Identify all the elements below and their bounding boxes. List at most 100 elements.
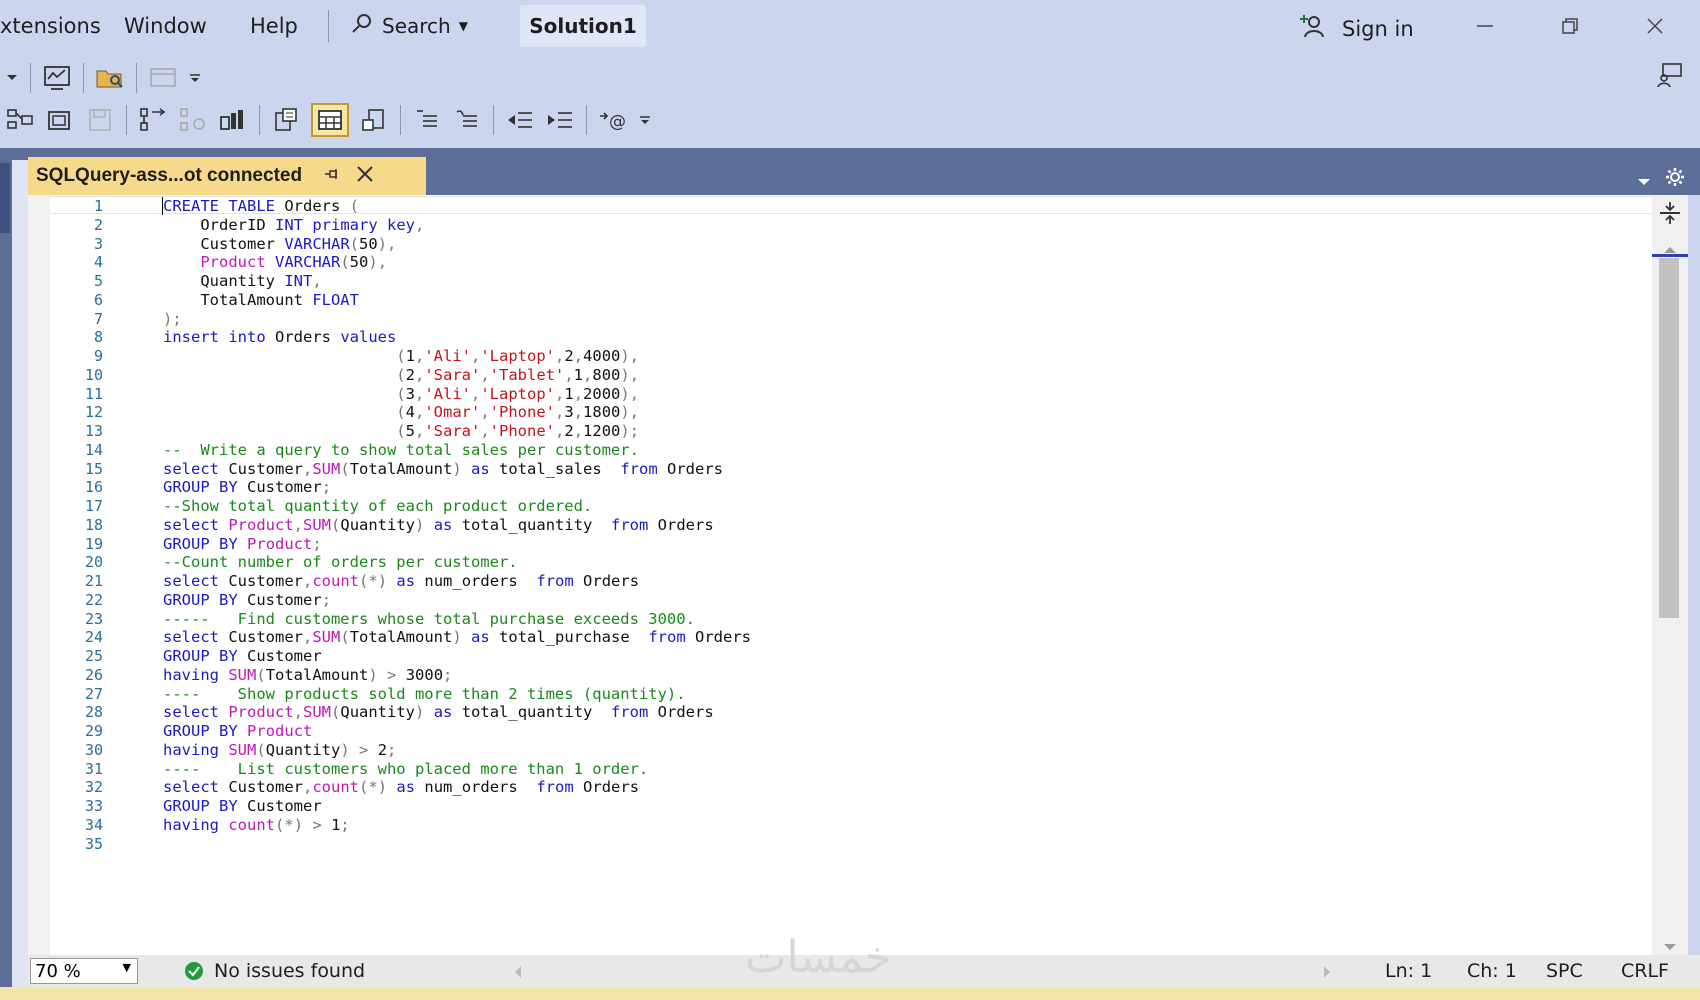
line-number: 17 bbox=[84, 497, 103, 515]
code-line[interactable]: GROUP BY Product bbox=[163, 722, 312, 741]
code-line[interactable]: GROUP BY Product; bbox=[163, 535, 322, 554]
close-icon[interactable] bbox=[356, 165, 374, 187]
code-line[interactable]: -- Write a query to show total sales per… bbox=[163, 441, 639, 460]
code-line[interactable]: GROUP BY Customer; bbox=[163, 591, 331, 610]
code-line[interactable]: Customer VARCHAR(50), bbox=[163, 235, 396, 254]
search-button[interactable]: Search ▼ bbox=[350, 8, 490, 44]
toolbar-separator bbox=[586, 105, 587, 135]
whitespace-indicator[interactable]: SPC bbox=[1546, 960, 1583, 982]
code-line[interactable]: (2,'Sara','Tablet',1,800), bbox=[163, 366, 639, 385]
line-number: 6 bbox=[93, 290, 103, 309]
code-line[interactable]: Product VARCHAR(50), bbox=[163, 253, 387, 272]
tree-grid-icon bbox=[7, 109, 33, 129]
comment-lines-button[interactable] bbox=[412, 105, 442, 135]
hscroll-right-arrow[interactable] bbox=[1322, 964, 1332, 983]
tab-settings-button[interactable] bbox=[1664, 166, 1686, 192]
code-line[interactable]: --Count number of orders per customer. bbox=[163, 553, 518, 572]
monitor-chart-icon bbox=[44, 66, 70, 90]
increase-indent-button[interactable] bbox=[545, 105, 575, 135]
code-line[interactable]: select Customer,count(*) as num_orders f… bbox=[163, 572, 639, 591]
solution-name[interactable]: Solution1 bbox=[520, 5, 646, 47]
disconnect-button[interactable] bbox=[178, 105, 208, 135]
column-indicator[interactable]: Ch: 1 bbox=[1467, 960, 1517, 982]
restore-button[interactable] bbox=[1548, 8, 1592, 44]
toolbar-dropdown-arrow[interactable] bbox=[5, 63, 19, 93]
object-explorer-button[interactable] bbox=[5, 105, 35, 135]
menu-help[interactable]: Help bbox=[250, 14, 298, 38]
line-indicator[interactable]: Ln: 1 bbox=[1385, 960, 1432, 982]
code-line[interactable]: having count(*) > 1; bbox=[163, 816, 350, 835]
database-button[interactable] bbox=[218, 105, 248, 135]
scroll-down-arrow[interactable] bbox=[1662, 937, 1678, 956]
toolbar-overflow-button[interactable] bbox=[638, 105, 652, 135]
new-query-button[interactable] bbox=[45, 105, 75, 135]
minimize-button[interactable] bbox=[1463, 8, 1507, 44]
code-line[interactable]: having SUM(Quantity) > 2; bbox=[163, 741, 396, 760]
code-line[interactable]: (4,'Omar','Phone',3,1800), bbox=[163, 403, 639, 422]
code-line[interactable]: (3,'Ali','Laptop',1,2000), bbox=[163, 385, 639, 404]
pin-icon[interactable] bbox=[324, 166, 340, 186]
code-line[interactable]: CREATE TABLE Orders ( bbox=[163, 197, 359, 216]
menu-window[interactable]: Window bbox=[124, 14, 207, 38]
code-line[interactable]: select Product,SUM(Quantity) as total_qu… bbox=[163, 516, 714, 535]
issues-status[interactable]: No issues found bbox=[214, 960, 365, 982]
split-editor-button[interactable] bbox=[1655, 200, 1685, 226]
left-tool-tab[interactable] bbox=[0, 163, 10, 233]
code-line[interactable]: (5,'Sara','Phone',2,1200); bbox=[163, 422, 639, 441]
results-to-text-button[interactable] bbox=[271, 105, 301, 135]
code-line[interactable]: (1,'Ali','Laptop',2,4000), bbox=[163, 347, 639, 366]
overflow-icon bbox=[640, 116, 650, 124]
code-line[interactable]: ---- Show products sold more than 2 time… bbox=[163, 685, 686, 704]
code-line[interactable]: GROUP BY Customer; bbox=[163, 478, 331, 497]
code-line[interactable]: select Customer,count(*) as num_orders f… bbox=[163, 778, 639, 797]
hscroll-left-arrow[interactable] bbox=[513, 964, 523, 983]
code-line[interactable]: ); bbox=[163, 310, 182, 329]
code-line[interactable]: select Customer,SUM(TotalAmount) as tota… bbox=[163, 628, 751, 647]
menu-extensions[interactable]: xtensions bbox=[0, 14, 101, 38]
toolbar-separator bbox=[126, 105, 127, 135]
code-line[interactable]: select Customer,SUM(TotalAmount) as tota… bbox=[163, 460, 723, 479]
connect-button[interactable] bbox=[138, 105, 168, 135]
close-icon bbox=[1647, 18, 1663, 34]
line-number: 31 bbox=[84, 759, 103, 778]
sign-in-button[interactable]: Sign in bbox=[1300, 12, 1414, 45]
close-window-button[interactable] bbox=[1633, 8, 1677, 44]
folder-search-icon bbox=[96, 70, 123, 88]
toolbar-separator bbox=[400, 105, 401, 135]
minimize-icon bbox=[1477, 25, 1493, 27]
toolbar-overflow-button[interactable] bbox=[188, 63, 202, 93]
specify-parameters-button[interactable]: @ bbox=[598, 105, 628, 135]
uncomment-lines-button[interactable] bbox=[452, 105, 482, 135]
tab-sql-query[interactable]: SQLQuery-ass...ot connected bbox=[28, 157, 426, 195]
code-line[interactable]: GROUP BY Customer bbox=[163, 797, 322, 816]
code-line[interactable]: GROUP BY Customer bbox=[163, 647, 322, 666]
code-line[interactable]: insert into Orders values bbox=[163, 328, 396, 347]
open-folder-button[interactable] bbox=[95, 63, 125, 93]
code-line[interactable]: OrderID INT primary key, bbox=[163, 216, 424, 235]
feedback-button[interactable] bbox=[1655, 60, 1685, 90]
code-line[interactable]: Quantity INT, bbox=[163, 272, 321, 291]
search-icon bbox=[350, 12, 374, 41]
decrease-indent-button[interactable] bbox=[505, 105, 535, 135]
code-line[interactable]: TotalAmount FLOAT bbox=[163, 291, 359, 310]
line-ending-indicator[interactable]: CRLF bbox=[1621, 960, 1669, 982]
code-line[interactable]: ---- List customers who placed more than… bbox=[163, 760, 648, 779]
scroll-position-marker bbox=[1652, 254, 1688, 257]
save-button[interactable] bbox=[85, 105, 115, 135]
code-line[interactable]: select Product,SUM(Quantity) as total_qu… bbox=[163, 703, 714, 722]
code-line[interactable]: ----- Find customers whose total purchas… bbox=[163, 610, 695, 629]
window-layout-button[interactable] bbox=[148, 63, 178, 93]
chevron-down-icon: ▼ bbox=[458, 19, 468, 33]
code-line[interactable]: having SUM(TotalAmount) > 3000; bbox=[163, 666, 452, 685]
line-number: 29 bbox=[84, 722, 103, 740]
zoom-select[interactable]: 70 % ▼ bbox=[30, 958, 138, 984]
tab-list-dropdown[interactable] bbox=[1636, 172, 1652, 191]
activity-monitor-button[interactable] bbox=[42, 63, 72, 93]
scroll-thumb[interactable] bbox=[1659, 258, 1679, 618]
line-number: 14 bbox=[84, 440, 103, 459]
results-to-grid-button[interactable] bbox=[311, 103, 349, 137]
search-label: Search bbox=[382, 14, 451, 38]
results-to-file-button[interactable] bbox=[359, 105, 389, 135]
toolbar-separator bbox=[30, 63, 31, 93]
code-line[interactable]: --Show total quantity of each product or… bbox=[163, 497, 592, 516]
